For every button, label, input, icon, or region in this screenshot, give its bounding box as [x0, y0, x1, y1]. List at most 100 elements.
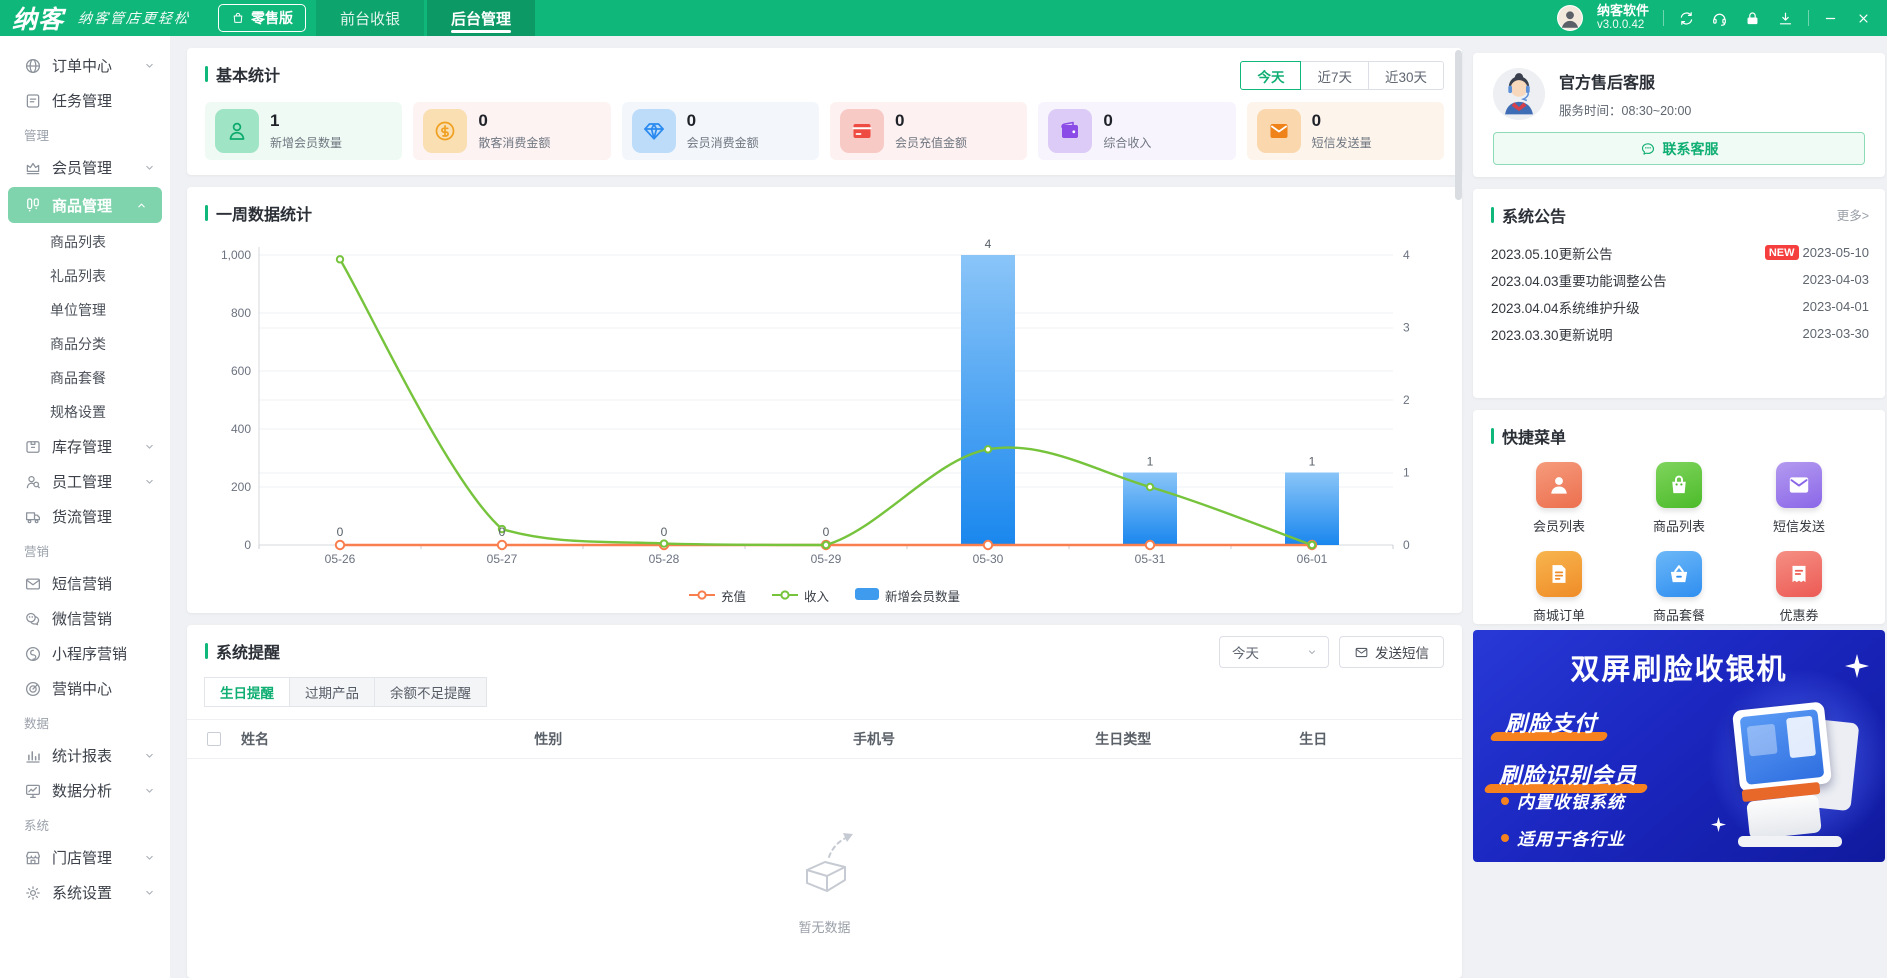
- announcement-row[interactable]: 2023.03.30更新说明2023-03-30: [1491, 320, 1869, 347]
- announcement-date: 2023-05-10: [1803, 245, 1870, 260]
- banner-bullets: 内置收银系统适用于各行业: [1501, 788, 1625, 862]
- banner-bullet: 内置收银系统: [1501, 788, 1625, 813]
- announcement-date: 2023-04-01: [1803, 299, 1870, 314]
- sidebar-item-小程序营销[interactable]: 小程序营销: [0, 636, 170, 671]
- sidebar-item-微信营销[interactable]: 微信营销: [0, 601, 170, 636]
- crown-icon: [24, 159, 42, 177]
- stat-card-新增会员数量: 1新增会员数量: [205, 102, 402, 160]
- nav-tab-前台收银[interactable]: 前台收银: [316, 0, 424, 36]
- sidebar-item-系统设置[interactable]: 系统设置: [0, 875, 170, 910]
- main-scrollbar-thumb[interactable]: [1455, 50, 1462, 200]
- sparkle-icon: [1845, 654, 1869, 678]
- announcements-more-link[interactable]: 更多>: [1837, 205, 1869, 224]
- sidebar-subitem-规格设置[interactable]: 规格设置: [0, 395, 170, 429]
- contact-service-button[interactable]: 联系客服: [1493, 132, 1865, 165]
- member-icon: [225, 119, 249, 143]
- chevron-down-icon: [143, 886, 156, 899]
- stat-value: 0: [1312, 111, 1372, 131]
- sidebar-subitem-商品列表[interactable]: 商品列表: [0, 225, 170, 259]
- sidebar-item-label: 微信营销: [52, 608, 112, 629]
- announcement-row[interactable]: 2023.04.03重要功能调整公告2023-04-03: [1491, 266, 1869, 293]
- sidebar-item-统计报表[interactable]: 统计报表: [0, 738, 170, 773]
- minimize-icon[interactable]: [1823, 11, 1838, 26]
- legend-item-收入[interactable]: 收入: [772, 586, 829, 605]
- quick-menu-item-商品列表[interactable]: 商品列表: [1619, 462, 1739, 535]
- sidebar-item-订单中心[interactable]: 订单中心: [0, 48, 170, 83]
- reminder-range-select[interactable]: 今天: [1219, 636, 1329, 668]
- quick-menu-label: 优惠券: [1779, 605, 1818, 624]
- banner-bullet-text: 适用于各行业: [1517, 825, 1625, 850]
- user-avatar[interactable]: [1557, 5, 1583, 31]
- sidebar-item-label: 库存管理: [52, 436, 112, 457]
- sidebar-item-营销中心[interactable]: 营销中心: [0, 671, 170, 706]
- stat-card-row: 1新增会员数量0散客消费金额0会员消费金额0会员充值金额0综合收入0短信发送量: [205, 102, 1444, 160]
- column-header-姓名: 姓名: [241, 729, 534, 749]
- quick-menu-label: 商品列表: [1653, 516, 1705, 535]
- quick-menu-item-短信发送[interactable]: 短信发送: [1739, 462, 1859, 535]
- legend-line-marker: [772, 589, 798, 603]
- service-agent-icon: [1493, 68, 1545, 120]
- quick-menu-icon-box: [1536, 551, 1582, 597]
- reminder-tab-余额不足提醒[interactable]: 余额不足提醒: [374, 677, 487, 707]
- sidebar-subitem-商品套餐[interactable]: 商品套餐: [0, 361, 170, 395]
- range-button-近7天[interactable]: 近7天: [1300, 61, 1369, 90]
- sidebar-item-员工管理[interactable]: 员工管理: [0, 464, 170, 499]
- quick-menu-item-会员列表[interactable]: 会员列表: [1499, 462, 1619, 535]
- sidebar-subitem-单位管理[interactable]: 单位管理: [0, 293, 170, 327]
- sidebar-item-会员管理[interactable]: 会员管理: [0, 150, 170, 185]
- edition-badge[interactable]: 零售版: [218, 4, 306, 32]
- reminder-tab-过期产品[interactable]: 过期产品: [289, 677, 375, 707]
- sidebar-subitem-商品分类[interactable]: 商品分类: [0, 327, 170, 361]
- ad-banner[interactable]: 双屏刷脸收银机 刷脸支付 刷脸识别会员 内置收银系统适用于各行业: [1473, 630, 1885, 862]
- sidebar-section-label: 数据: [0, 706, 170, 738]
- sidebar-subitem-礼品列表[interactable]: 礼品列表: [0, 259, 170, 293]
- quick-menu-item-商城订单[interactable]: 商城订单: [1499, 551, 1619, 624]
- legend-item-充值[interactable]: 充值: [689, 586, 746, 605]
- range-button-近30天[interactable]: 近30天: [1368, 61, 1444, 90]
- quick-menu-icon-box: [1776, 462, 1822, 508]
- basketfill-icon: [1666, 561, 1692, 587]
- select-all-checkbox[interactable]: [207, 732, 221, 746]
- bullet-dot: [1501, 797, 1509, 805]
- nav-tab-后台管理[interactable]: 后台管理: [427, 0, 535, 36]
- goods-icon: [24, 196, 42, 214]
- close-icon[interactable]: [1856, 11, 1871, 26]
- week-stats-title: 一周数据统计: [187, 187, 1462, 225]
- column-header-手机号: 手机号: [853, 729, 1095, 749]
- announcement-meta: 2023-03-30: [1803, 326, 1870, 341]
- svg-text:1: 1: [1147, 455, 1154, 469]
- svg-text:3: 3: [1403, 321, 1410, 335]
- announcement-row[interactable]: 2023.05.10更新公告NEW2023-05-10: [1491, 239, 1869, 266]
- service-title: 官方售后客服: [1559, 69, 1691, 93]
- sidebar-item-短信营销[interactable]: 短信营销: [0, 566, 170, 601]
- sidebar-item-label: 会员管理: [52, 157, 112, 178]
- sidebar-item-货流管理[interactable]: 货流管理: [0, 499, 170, 534]
- range-button-今天[interactable]: 今天: [1240, 61, 1301, 90]
- stat-texts: 1新增会员数量: [270, 111, 342, 151]
- reminder-tab-生日提醒[interactable]: 生日提醒: [204, 677, 290, 707]
- sidebar-item-门店管理[interactable]: 门店管理: [0, 840, 170, 875]
- svg-text:06-01: 06-01: [1297, 552, 1328, 566]
- sync-icon: [1678, 10, 1695, 27]
- quick-menu-item-商品套餐[interactable]: 商品套餐: [1619, 551, 1739, 624]
- divider: [1808, 10, 1809, 26]
- legend-item-新增会员数量[interactable]: 新增会员数量: [855, 586, 960, 605]
- banner-highlight-text: 刷脸识别会员: [1493, 758, 1643, 790]
- svg-text:05-30: 05-30: [973, 552, 1004, 566]
- sidebar-item-商品管理[interactable]: 商品管理: [8, 187, 162, 223]
- column-header-性别: 性别: [534, 729, 853, 749]
- sidebar-item-任务管理[interactable]: 任务管理: [0, 83, 170, 118]
- announcement-meta: 2023-04-03: [1803, 272, 1870, 287]
- announcement-title: 2023.04.04系统维护升级: [1491, 297, 1640, 317]
- send-sms-label: 发送短信: [1375, 642, 1429, 662]
- quick-menu-item-优惠券[interactable]: 优惠券: [1739, 551, 1859, 624]
- sidebar-item-数据分析[interactable]: 数据分析: [0, 773, 170, 808]
- app-tagline: 纳客管店更轻松: [77, 8, 191, 28]
- sidebar-section-label: 系统: [0, 808, 170, 840]
- store-icon: [24, 849, 42, 867]
- bankcard-icon: [850, 119, 874, 143]
- chevron-down-icon: [143, 749, 156, 762]
- send-sms-button[interactable]: 发送短信: [1339, 636, 1444, 668]
- announcement-row[interactable]: 2023.04.04系统维护升级 2023-04-01: [1491, 293, 1869, 320]
- sidebar-item-库存管理[interactable]: 库存管理: [0, 429, 170, 464]
